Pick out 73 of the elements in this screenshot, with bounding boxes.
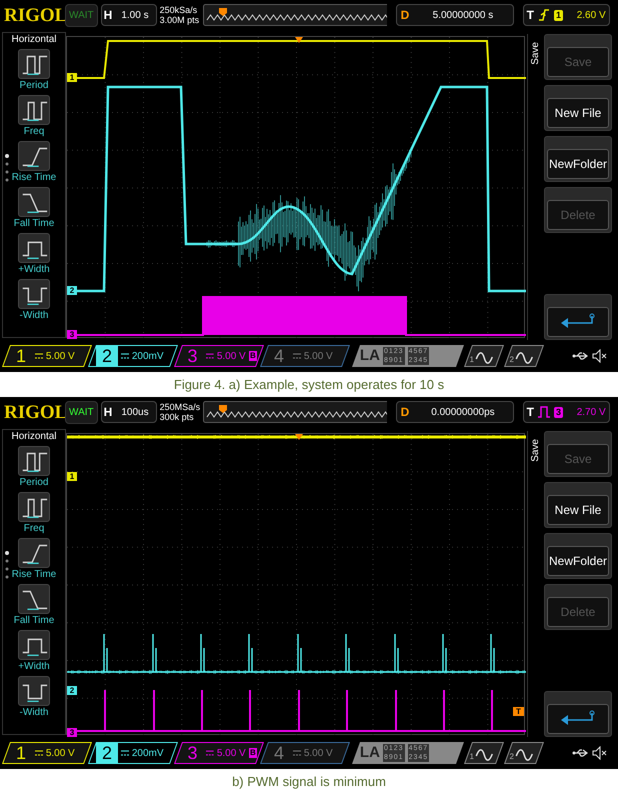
math-number: 1 [470,751,474,763]
logic-analyzer-label: LA [360,346,380,366]
bandwidth-limit-badge: B [248,748,256,758]
delay-label: D [400,7,410,24]
delay-value: 5.00000000 s [432,8,494,22]
channel-number: 1 [14,743,27,763]
math-number: 2 [510,751,514,763]
math-status[interactable]: 1 [464,742,504,764]
channel-status[interactable]: 1 5.00 V [2,742,92,764]
channel-number: 4 [272,743,285,763]
channel-scale: 200mV [132,746,164,760]
channel-status[interactable]: 4 5.00 V [260,742,350,764]
channel-number: 2 [96,346,118,366]
channel-status[interactable]: 2 200mV [88,742,178,764]
channel-scale: 5.00 V [304,350,333,364]
channel-number: 4 [272,346,285,366]
channel-marker: 1 [67,472,77,481]
channel-scale: 5.00 V [304,746,333,760]
figure-caption: Figure 4. a) Example, system operates for 10 s [172,376,446,394]
channel-number: 2 [96,743,118,763]
math-status[interactable]: 2 [504,345,544,367]
channel-marker: 3 [67,728,77,737]
trigger-source: 1 [554,10,563,20]
trigger-level: 2.60 V [576,8,606,22]
run-status: WAIT [65,400,98,424]
channel-marker: 3 [67,330,77,339]
timebase-label: H [102,404,114,421]
menu-button[interactable]: New File [544,482,612,528]
channel-status[interactable]: 2 200mV [88,345,178,367]
channel-scale: 5.00 V [46,350,75,364]
menu-title: Horizontal [11,33,57,46]
menu-button[interactable]: NewFolder [544,533,612,579]
channel-status[interactable]: 3 5.00 V B [174,742,264,764]
channel-number: 1 [14,346,27,366]
math-number: 2 [510,354,514,366]
memory-depth: 3.00M pts [160,15,200,25]
math-status[interactable]: 1 [464,345,504,367]
trigger-level-marker: T [513,707,524,716]
trigger-label: T [526,404,534,421]
figure-caption: b) PWM signal is minimum [231,772,387,791]
trigger-level: 2.70 V [576,406,606,420]
delay-label: D [400,404,410,421]
channel-marker: 1 [67,73,77,82]
channel-number: 3 [186,346,198,366]
math-status[interactable]: 2 [504,742,544,764]
timebase-label: H [102,7,114,24]
channel-number: 3 [186,743,198,763]
run-status: WAIT [65,4,98,26]
channel-scale: 200mV [132,350,164,364]
menu-title: Horizontal [11,430,57,443]
menu-button[interactable]: NewFolder [544,136,612,182]
channel-marker: 2 [67,286,77,295]
channel-status[interactable]: 1 5.00 V [2,345,92,367]
channel-status[interactable]: 4 5.00 V [260,345,350,367]
trigger-label: T [526,7,534,24]
memory-depth: 300k pts [160,412,195,422]
channel-scale: 5.00 V [46,746,75,760]
menu-title: Save [530,439,542,462]
menu-button[interactable]: New File [544,85,612,131]
trigger-source: 3 [554,406,563,418]
channel-scale: 5.00 V [216,746,246,760]
channel-status[interactable]: 3 5.00 V B [174,345,264,367]
menu-title: Save [530,42,542,65]
bandwidth-limit-badge: B [248,351,256,361]
sample-rate: 250kSa/s [160,5,198,15]
delay-value: 0.00000000ps [430,406,496,420]
channel-marker: 2 [67,686,77,695]
logic-analyzer-label: LA [360,742,380,763]
sample-rate: 250MSa/s [160,402,200,412]
math-number: 1 [470,354,474,366]
timebase-value: 1.00 s [120,8,150,22]
timebase-value: 100us [120,406,150,420]
channel-scale: 5.00 V [216,350,246,364]
